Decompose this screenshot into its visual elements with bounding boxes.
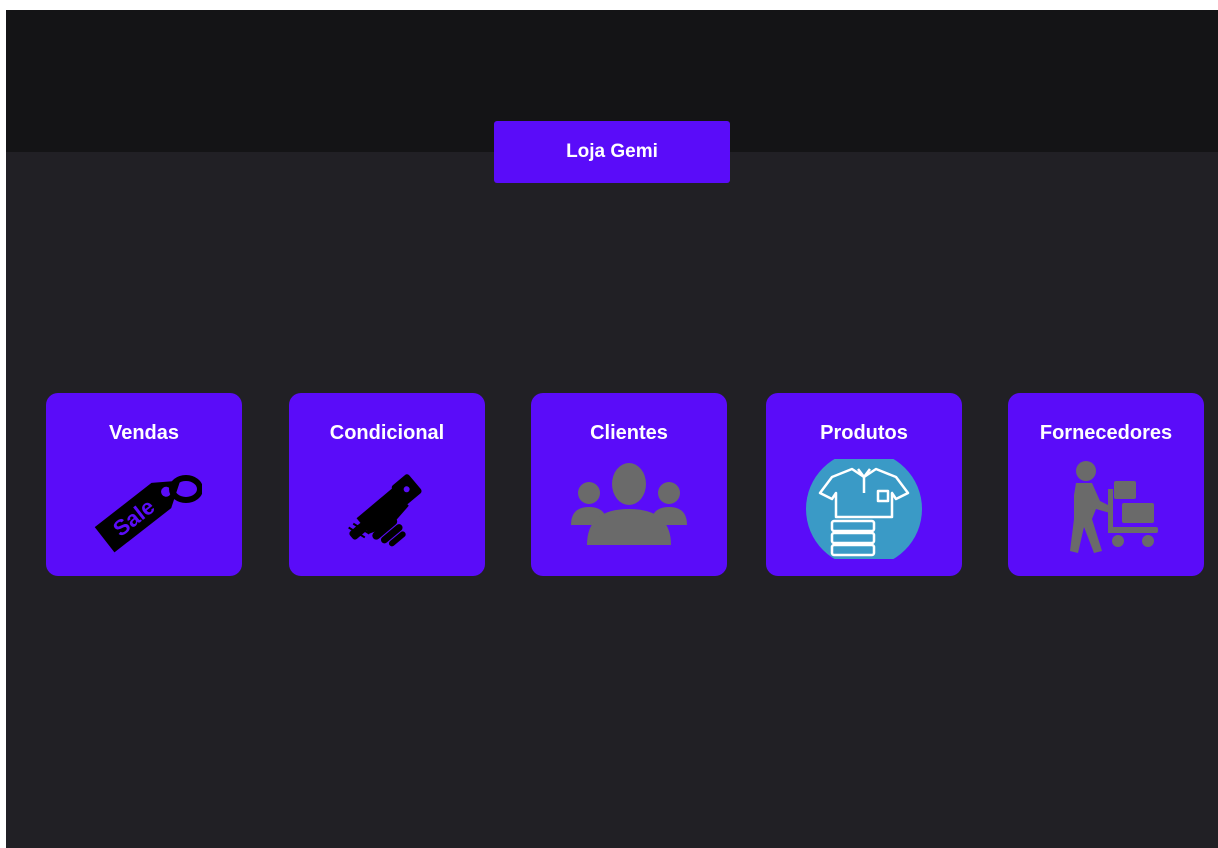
delivery-person-icon: [1048, 459, 1164, 559]
tile-label: Vendas: [108, 422, 180, 444]
tile-condicional[interactable]: Condicional: [289, 393, 485, 576]
handshake-icon: [329, 459, 445, 559]
tile-label: Condicional: [329, 422, 445, 444]
tile-fornecedores[interactable]: Fornecedores: [1008, 393, 1204, 576]
users-group-icon: [571, 459, 687, 559]
tile-label: Fornecedores: [1039, 422, 1173, 444]
tile-label: Produtos: [820, 422, 908, 444]
tile-label: Clientes: [590, 422, 668, 444]
sale-tag-icon: Sale: [86, 459, 202, 559]
store-title-button[interactable]: Loja Gemi: [494, 121, 730, 183]
tile-vendas[interactable]: Vendas Sale: [46, 393, 242, 576]
tile-produtos[interactable]: Produtos: [766, 393, 962, 576]
app-window: Loja Gemi Vendas Sale Condicional Client…: [6, 10, 1218, 848]
shirt-stack-icon: [806, 459, 922, 559]
tile-clientes[interactable]: Clientes: [531, 393, 727, 576]
